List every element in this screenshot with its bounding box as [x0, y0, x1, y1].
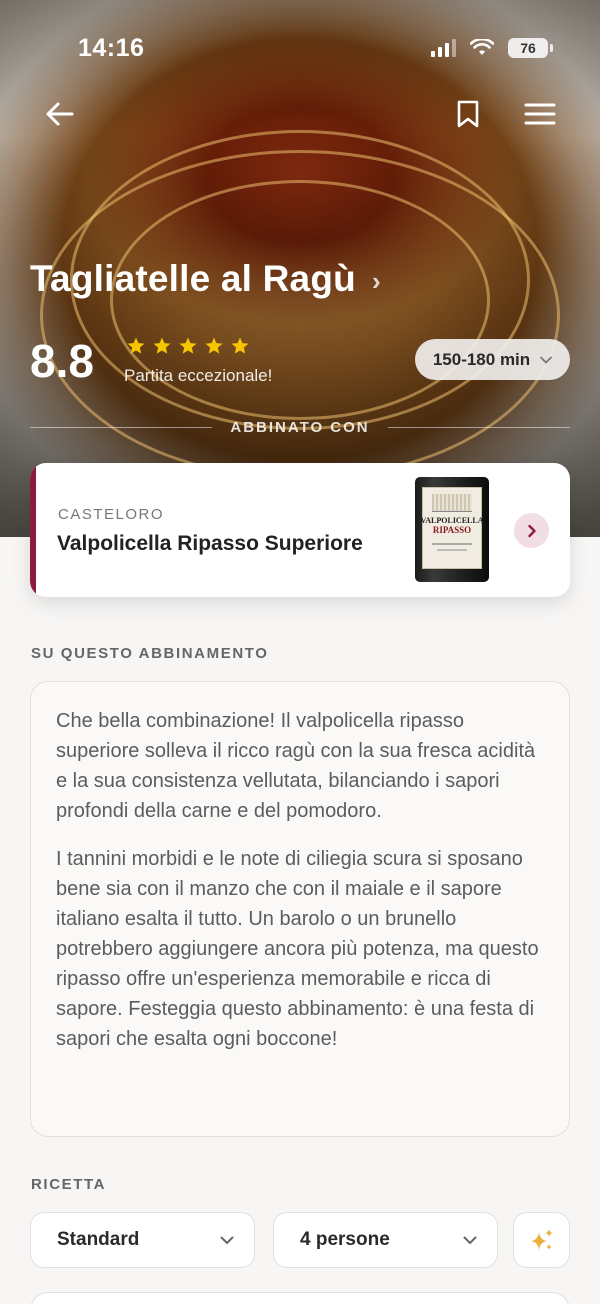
chevron-down-icon — [463, 1236, 477, 1244]
wine-pairing-card[interactable]: CASTELORO Valpolicella Ripasso Superiore… — [30, 463, 570, 597]
bookmark-icon — [457, 100, 479, 128]
wine-detail-button[interactable] — [514, 513, 549, 548]
recipe-content-card — [30, 1292, 570, 1304]
arrow-left-icon — [46, 102, 74, 126]
recipe-title-link[interactable]: Tagliatelle al Ragù › — [30, 258, 381, 300]
chevron-right-icon — [527, 524, 536, 537]
cellular-signal-icon — [431, 39, 456, 57]
wine-name: Valpolicella Ripasso Superiore — [57, 532, 363, 555]
star-icon — [205, 337, 223, 354]
chevron-down-icon — [220, 1236, 234, 1244]
hamburger-menu-icon — [524, 103, 556, 125]
wine-producer: CASTELORO — [58, 506, 165, 523]
star-icon — [231, 337, 249, 354]
wine-bottle-image: VALPOLICELLA RIPASSO — [415, 477, 489, 582]
bottle-label: VALPOLICELLA RIPASSO — [420, 487, 484, 569]
battery-icon: 76 — [508, 38, 553, 58]
bottle-label-rule — [437, 549, 467, 551]
back-button[interactable] — [38, 92, 82, 136]
about-paragraph: Che bella combinazione! Il valpolicella … — [56, 710, 536, 822]
bookmark-button[interactable] — [446, 92, 490, 136]
bottle-label-line2: RIPASSO — [432, 525, 472, 535]
card-accent-bar — [30, 463, 36, 597]
bottle-label-line1: VALPOLICELLA — [420, 516, 484, 525]
wifi-icon — [470, 39, 494, 55]
cook-time-value: 150-180 min — [432, 349, 531, 369]
divider-line — [30, 427, 213, 428]
hero-image: 14:16 76 Tagliatelle al Ragù › 8.8 Parti… — [0, 0, 600, 537]
sparkles-icon — [530, 1229, 553, 1250]
star-icon — [179, 337, 197, 354]
menu-button[interactable] — [518, 92, 562, 136]
recipe-version-value: Standard — [57, 1229, 140, 1250]
rating-label: Partita eccezionale! — [124, 366, 273, 385]
match-score: 8.8 — [30, 335, 94, 387]
paired-with-label: ABBINATO CON — [230, 419, 370, 436]
recipe-version-select[interactable]: Standard — [30, 1212, 255, 1268]
about-paragraph: I tannini morbidi e le note di ciliegia … — [56, 848, 539, 1050]
bottle-label-rule — [432, 543, 472, 545]
cook-time-dropdown[interactable]: 150-180 min — [415, 339, 570, 380]
paired-with-divider: ABBINATO CON — [30, 419, 570, 436]
about-pairing-box: Che bella combinazione! Il valpolicella … — [30, 681, 570, 1137]
star-icon — [153, 337, 171, 354]
ai-adapt-button[interactable] — [513, 1212, 570, 1268]
recipe-pairing-screen: 14:16 76 Tagliatelle al Ragù › 8.8 Parti… — [0, 0, 600, 1304]
divider-line — [387, 427, 570, 428]
star-icon — [127, 337, 145, 354]
about-pairing-heading: SU QUESTO ABBINAMENTO — [31, 645, 269, 662]
recipe-heading: RICETTA — [31, 1176, 107, 1193]
status-time: 14:16 — [78, 34, 145, 62]
status-icons: 76 — [431, 38, 553, 58]
chevron-right-icon: › — [371, 265, 381, 296]
recipe-title: Tagliatelle al Ragù — [30, 258, 356, 299]
bottle-crest — [432, 494, 472, 512]
chevron-down-icon — [540, 356, 553, 364]
servings-value: 4 persone — [300, 1229, 390, 1250]
servings-select[interactable]: 4 persone — [273, 1212, 498, 1268]
star-rating — [126, 336, 250, 356]
